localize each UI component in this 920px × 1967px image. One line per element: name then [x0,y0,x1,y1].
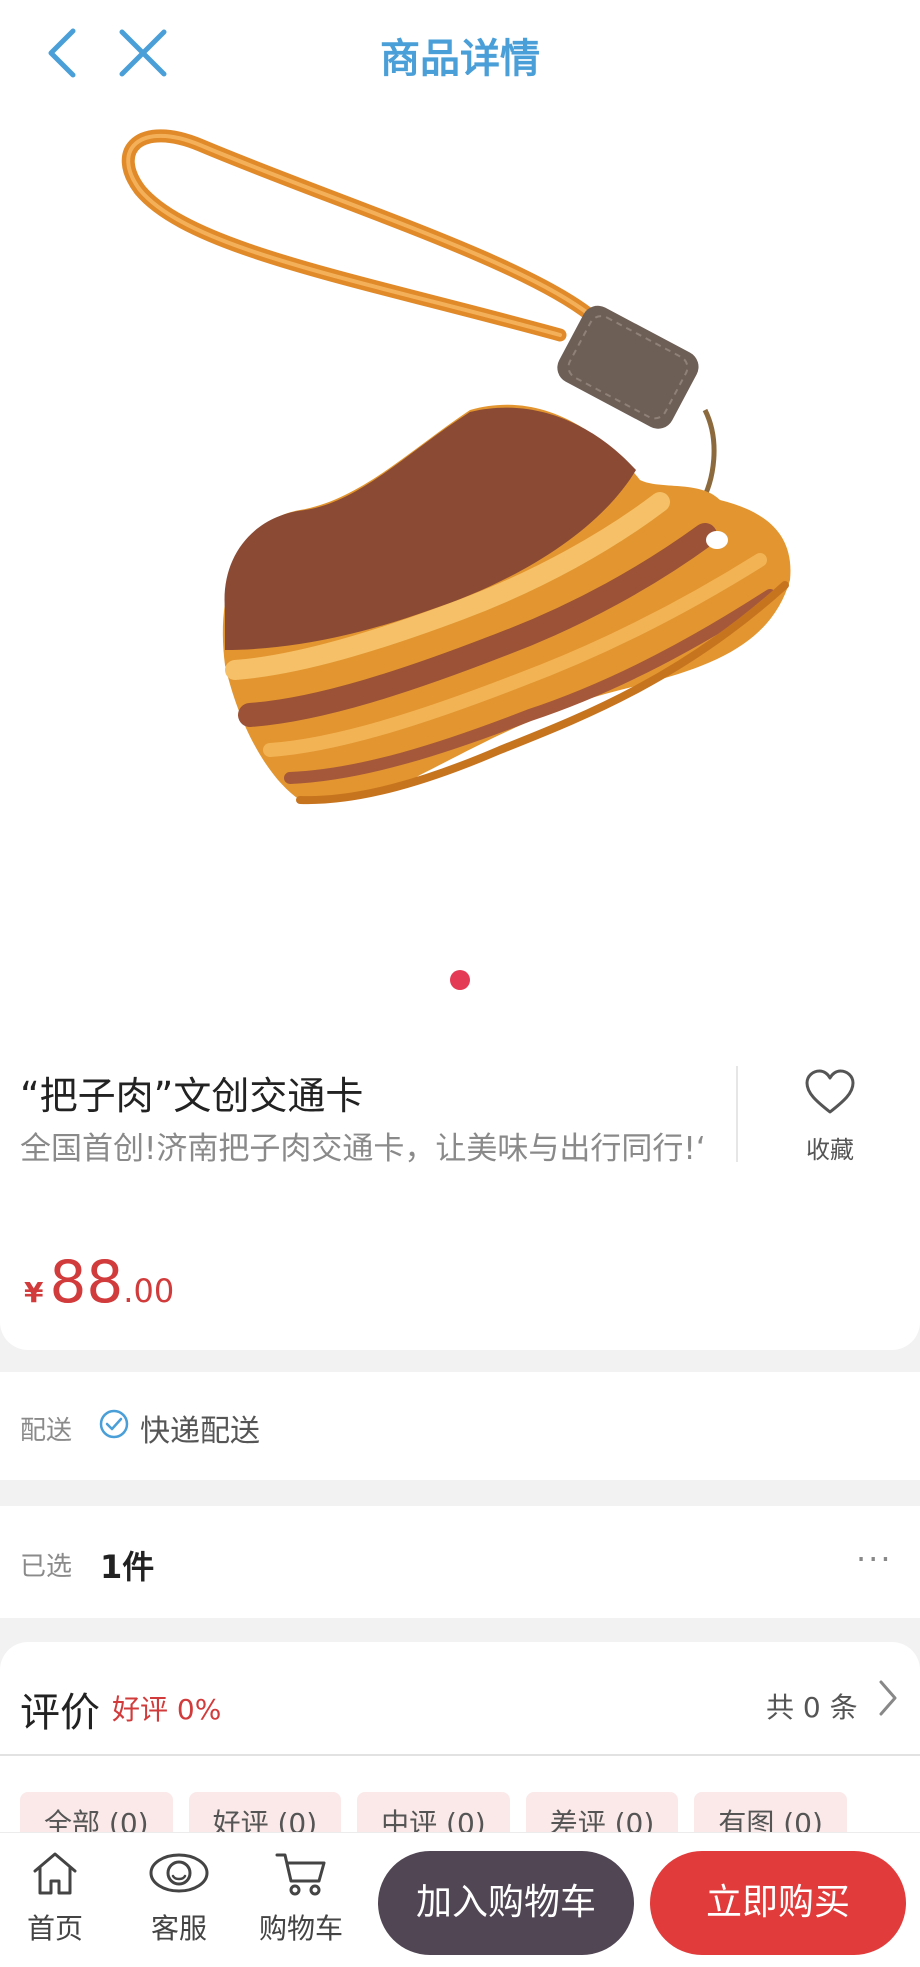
product-subtitle: 全国首创!济南把子肉交通卡，让美味与出行同行!‘ [20,1131,706,1167]
tab-customer-service-label: 客服 [150,1912,207,1945]
favorite-label: 收藏 [806,1136,854,1164]
cart-icon [275,1853,326,1896]
chevron-right-icon[interactable] [876,1678,900,1718]
favorite-button[interactable]: 收藏 [780,1068,880,1165]
selected-spec-row[interactable]: 已选 1件 ··· [0,1506,920,1618]
home-icon [33,1852,77,1895]
price-decimal: .00 [123,1272,175,1310]
price-integer: 88 [49,1248,124,1316]
tab-customer-service[interactable]: 客服 [124,1849,234,1947]
selected-value: 1件 [100,1548,155,1586]
pagination-dot-active[interactable] [450,970,470,990]
tab-home[interactable]: 首页 [0,1849,110,1947]
reviews-count[interactable]: 共 0 条 [766,1686,858,1726]
delivery-row: 配送 快递配送 [0,1372,920,1480]
product-image-gallery[interactable] [0,110,920,1010]
reviews-title: 评价 [20,1690,100,1736]
product-title: “把子肉”文创交通卡 [20,1074,364,1118]
heart-icon [805,1069,855,1114]
header: 商品详情 [0,0,920,110]
bottom-action-bar: 首页 客服 购物车 加入购物车 立即购买 [0,1832,920,1967]
divider [736,1066,738,1162]
divider [0,1754,920,1756]
customer-service-icon [149,1853,209,1893]
more-icon[interactable]: ··· [856,1540,893,1578]
positive-rate: 好评 0% [112,1693,222,1726]
gallery-pagination [0,970,920,990]
product-image [121,129,791,805]
page-title: 商品详情 [380,36,540,82]
tab-cart[interactable]: 购物车 [246,1849,356,1947]
tab-cart-label: 购物车 [258,1912,343,1945]
price-currency: ¥ [24,1276,44,1309]
tab-home-label: 首页 [26,1912,83,1945]
buy-now-button[interactable]: 立即购买 [650,1851,906,1955]
check-circle-icon [99,1409,129,1439]
product-info-card: “把子肉”文创交通卡 全国首创!济南把子肉交通卡，让美味与出行同行!‘ 收藏 ¥… [0,1010,920,1350]
add-to-cart-button[interactable]: 加入购物车 [378,1851,634,1955]
product-detail-page: 商品详情 “把子肉”文创交通卡 全国首创!济南把子肉交通卡，让美味与出行同行!‘… [0,0,920,1967]
selected-label: 已选 [20,1552,73,1582]
delivery-option[interactable]: 快递配送 [140,1406,260,1450]
product-price: ¥88.00 [24,1248,174,1316]
delivery-label: 配送 [20,1416,73,1446]
